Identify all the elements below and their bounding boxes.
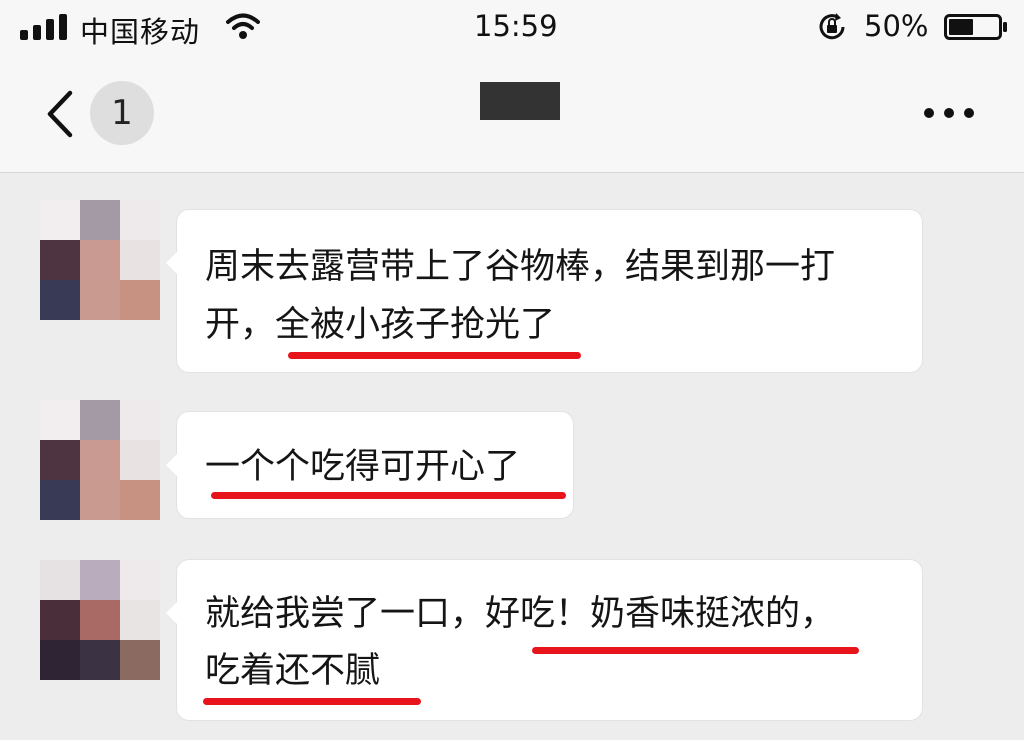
chat-title-redacted [480, 82, 560, 120]
orientation-lock-icon [819, 13, 845, 40]
avatar[interactable] [40, 560, 160, 680]
back-icon[interactable] [42, 87, 78, 141]
avatar[interactable] [40, 200, 160, 320]
battery-percent: 50% [864, 9, 929, 43]
more-icon[interactable] [922, 106, 976, 120]
message-bubble[interactable]: 就给我尝了一口，好吃！奶香味挺浓的， 吃着还不腻 [166, 560, 922, 720]
message-bubble[interactable]: 一个个吃得可开心了 [166, 412, 573, 518]
message-bubble[interactable]: 周末去露营带上了谷物棒，结果到那一打 开，全被小孩子抢光了 [166, 210, 922, 372]
highlight-underline [532, 647, 859, 654]
avatar[interactable] [40, 400, 160, 520]
message-text-line: 周末去露营带上了谷物棒，结果到那一打 [205, 247, 836, 287]
message-text-line: 吃着还不腻 [205, 651, 381, 691]
battery-icon [944, 14, 1007, 40]
message-text-line: 就给我尝了一口，好吃！奶香味挺浓的， [205, 594, 836, 634]
highlight-underline [203, 698, 421, 705]
status-bar: 中国移动 15:59 50% [0, 0, 1024, 54]
unread-count-badge[interactable]: 1 [90, 81, 154, 145]
highlight-underline [288, 352, 581, 359]
carrier-name: 中国移动 [80, 15, 201, 49]
message-text-line: 开，全被小孩子抢光了 [205, 305, 556, 345]
message-text-line: 一个个吃得可开心了 [205, 447, 521, 487]
signal-icon [20, 14, 67, 40]
chat-header: 1 [0, 54, 1024, 173]
highlight-underline [211, 492, 566, 499]
clock: 15:59 [474, 9, 558, 43]
wifi-icon [226, 13, 260, 39]
